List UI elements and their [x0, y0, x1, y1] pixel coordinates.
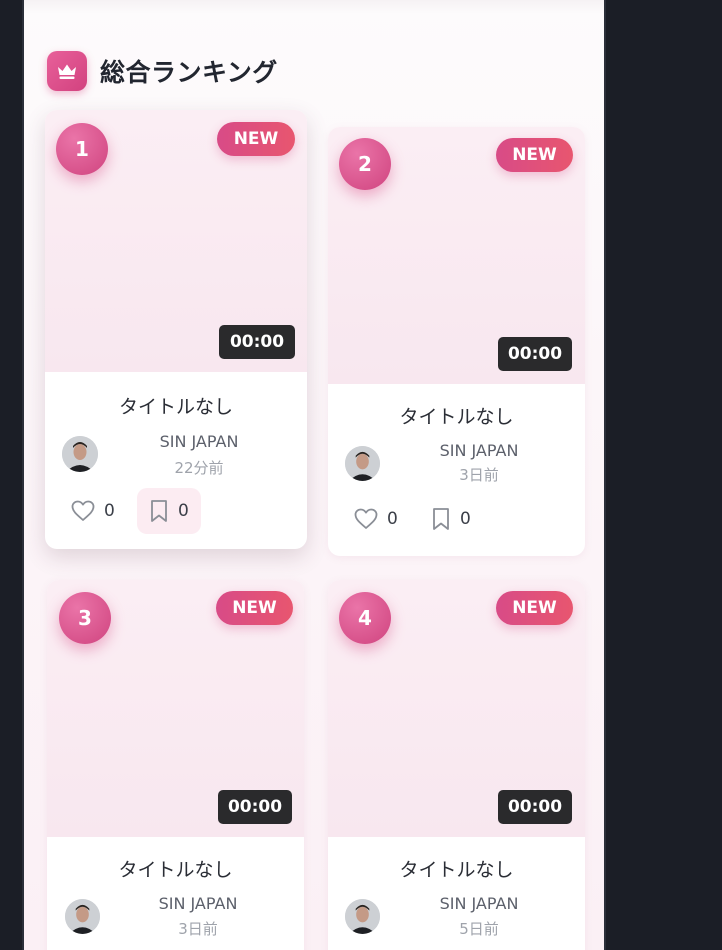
video-title[interactable]: タイトルなし	[328, 402, 585, 429]
author-avatar[interactable]	[345, 899, 380, 934]
post-time: 3日前	[178, 920, 218, 938]
video-title[interactable]: タイトルなし	[47, 855, 304, 882]
video-title[interactable]: タイトルなし	[45, 392, 307, 419]
like-button[interactable]: 0	[354, 504, 398, 534]
author-avatar[interactable]	[62, 436, 98, 472]
save-count: 0	[460, 509, 471, 529]
video-card-2[interactable]: 2 NEW 00:00 タイトルなし SIN JAPAN 3日前 0 0	[328, 127, 585, 556]
new-badge: NEW	[217, 122, 295, 156]
video-card-1[interactable]: 1 NEW 00:00 タイトルなし SIN JAPAN 22分前 0 0	[45, 110, 307, 549]
new-badge: NEW	[496, 591, 573, 625]
save-count: 0	[178, 501, 189, 521]
duration-label: 00:00	[218, 790, 292, 824]
author-name[interactable]: SIN JAPAN	[119, 432, 279, 451]
section-title: 総合ランキング	[100, 58, 278, 87]
video-title[interactable]: タイトルなし	[328, 855, 585, 882]
post-time: 22分前	[174, 459, 224, 477]
new-badge: NEW	[216, 591, 293, 625]
heart-icon	[354, 508, 378, 530]
previous-section-edge	[24, 0, 604, 14]
rank-badge: 2	[339, 138, 391, 190]
new-badge: NEW	[496, 138, 573, 172]
author-name[interactable]: SIN JAPAN	[399, 894, 559, 913]
crown-icon	[47, 51, 87, 91]
author-name[interactable]: SIN JAPAN	[399, 441, 559, 460]
like-count: 0	[104, 501, 115, 521]
like-count: 0	[387, 509, 398, 529]
author-avatar[interactable]	[65, 899, 100, 934]
video-card-4[interactable]: 4 NEW 00:00 タイトルなし SIN JAPAN 5日前	[328, 580, 585, 950]
save-button[interactable]: 0	[149, 496, 189, 526]
rank-badge: 1	[56, 123, 108, 175]
section-header: 総合ランキング	[47, 51, 278, 91]
bookmark-icon	[431, 507, 451, 531]
ranking-panel: 総合ランキング 1 NEW 00:00 タイトルなし SIN JAPAN 22分…	[24, 0, 604, 950]
duration-label: 00:00	[498, 790, 572, 824]
rank-badge: 4	[339, 592, 391, 644]
bookmark-icon	[149, 499, 169, 523]
rank-badge: 3	[59, 592, 111, 644]
save-button[interactable]: 0	[431, 504, 471, 534]
author-name[interactable]: SIN JAPAN	[118, 894, 278, 913]
post-time: 5日前	[459, 920, 499, 938]
heart-icon	[71, 500, 95, 522]
video-card-3[interactable]: 3 NEW 00:00 タイトルなし SIN JAPAN 3日前	[47, 580, 304, 950]
like-button[interactable]: 0	[71, 496, 115, 526]
duration-label: 00:00	[498, 337, 572, 371]
post-time: 3日前	[459, 466, 499, 484]
author-avatar[interactable]	[345, 446, 380, 481]
duration-label: 00:00	[219, 325, 295, 359]
